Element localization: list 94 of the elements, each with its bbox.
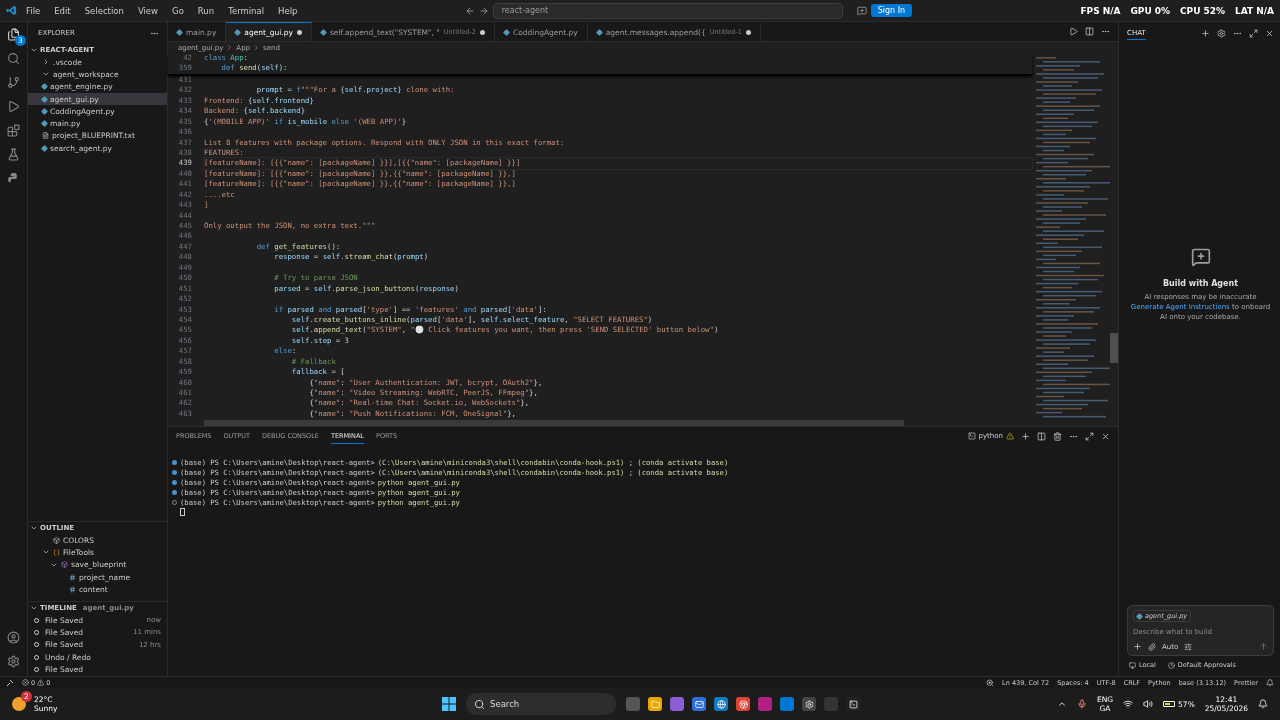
- chevron-right-icon: [253, 44, 261, 51]
- overlay-label: GPU: [1130, 5, 1152, 16]
- variable-icon: [69, 573, 76, 581]
- flask-icon[interactable]: [7, 148, 20, 161]
- split-icon[interactable]: [1037, 431, 1046, 441]
- settings-icon[interactable]: [802, 697, 816, 711]
- new-chat-icon[interactable]: [1201, 28, 1210, 38]
- explorer-icon[interactable]: [7, 28, 20, 41]
- split-editor-icon[interactable]: [1085, 27, 1094, 36]
- menu-item[interactable]: Selection: [79, 3, 129, 18]
- more-icon[interactable]: [1101, 27, 1110, 36]
- bell-icon[interactable]: [1266, 678, 1274, 687]
- terminal-cursor: [180, 508, 185, 516]
- settings-icon[interactable]: [7, 655, 20, 668]
- maximize-icon[interactable]: [1085, 431, 1094, 441]
- wifi-icon[interactable]: [1123, 699, 1134, 709]
- scrollbar-thumb[interactable]: [1110, 332, 1118, 363]
- monitor-icon: [1129, 661, 1136, 669]
- run-icon[interactable]: [1069, 27, 1078, 36]
- chevron-down-icon: [30, 604, 38, 612]
- new-terminal-icon[interactable]: [1021, 431, 1030, 441]
- remote-icon[interactable]: [6, 678, 14, 687]
- vscode-logo-icon: [6, 5, 17, 16]
- menu-item[interactable]: File: [21, 3, 46, 18]
- overlay-value: N/A: [1256, 5, 1274, 16]
- forward-icon[interactable]: [478, 5, 489, 16]
- search-icon[interactable]: [7, 52, 20, 65]
- source-control-icon[interactable]: [7, 76, 20, 89]
- sign-in-button[interactable]: Sign In: [870, 4, 913, 17]
- mail-icon[interactable]: [692, 697, 706, 711]
- warning-icon: [37, 679, 45, 686]
- menu-item[interactable]: Run: [192, 3, 220, 18]
- chevron-down-icon: [30, 524, 38, 532]
- chat-heading: Build with Agent: [1162, 279, 1239, 288]
- overlay-value: N/A: [1102, 5, 1121, 16]
- run-debug-icon[interactable]: [7, 100, 20, 113]
- chevron-down-icon: [30, 46, 38, 54]
- terminal-icon: [967, 432, 976, 440]
- account-icon[interactable]: [7, 631, 20, 644]
- globe-icon[interactable]: [714, 697, 728, 711]
- windows-start-icon[interactable]: [442, 697, 456, 711]
- search-icon: [474, 698, 485, 710]
- tools-icon[interactable]: [1184, 642, 1193, 651]
- zoom-icon[interactable]: [986, 678, 995, 687]
- volume-icon[interactable]: [1143, 699, 1154, 709]
- overlay-value: 0%: [1154, 5, 1170, 16]
- error-icon: [22, 679, 29, 686]
- folder-icon[interactable]: [648, 697, 662, 711]
- method-icon: [61, 561, 68, 569]
- extensions-icon[interactable]: [7, 124, 20, 137]
- python-file-icon: [595, 28, 603, 36]
- command-center[interactable]: react-agent: [492, 2, 843, 19]
- battery-icon[interactable]: [1163, 701, 1176, 707]
- menu-item[interactable]: View: [132, 3, 164, 18]
- menu-item[interactable]: Go: [167, 3, 189, 18]
- overlay-label: LAT: [1235, 5, 1254, 16]
- add-icon[interactable]: [1133, 642, 1142, 651]
- python-icon[interactable]: [7, 172, 20, 185]
- overlay-label: FPS: [1080, 5, 1100, 16]
- mic-icon[interactable]: [1076, 699, 1087, 709]
- constant-icon: [53, 536, 60, 544]
- back-icon[interactable]: [464, 5, 475, 16]
- class-icon: [53, 548, 60, 556]
- variable-icon: [69, 585, 76, 593]
- menu-item[interactable]: Edit: [49, 3, 76, 18]
- attach-icon[interactable]: [1148, 642, 1156, 651]
- python-file-icon: [40, 144, 49, 152]
- chat-sparkle-icon: [1190, 247, 1211, 267]
- close-icon[interactable]: [1265, 28, 1274, 38]
- send-icon[interactable]: [1259, 642, 1268, 651]
- weather-icon[interactable]: [12, 697, 26, 711]
- python-file-icon: [319, 28, 327, 36]
- menu-item[interactable]: Terminal: [223, 3, 270, 18]
- taskbar-search[interactable]: Search: [466, 693, 616, 715]
- chevron-right-icon: [226, 44, 234, 51]
- text-file-icon: [42, 132, 49, 140]
- horizontal-scrollbar[interactable]: [204, 420, 904, 426]
- maximize-icon[interactable]: [1249, 28, 1258, 38]
- tray-expand-icon[interactable]: [1056, 699, 1067, 709]
- clock-icon: [1167, 661, 1175, 669]
- overlay-label: CPU: [1180, 5, 1201, 16]
- notification-icon[interactable]: [1258, 699, 1268, 709]
- chat-icon[interactable]: [856, 5, 867, 16]
- terminal-icon[interactable]: [846, 697, 860, 711]
- python-file-icon: [234, 28, 242, 36]
- python-file-icon: [502, 28, 510, 36]
- python-file-icon: [175, 28, 184, 36]
- chrome-icon[interactable]: [736, 697, 750, 711]
- warning-icon: [1006, 432, 1014, 440]
- close-icon[interactable]: [1101, 431, 1110, 441]
- trash-icon[interactable]: [1053, 431, 1062, 441]
- settings-icon[interactable]: [1217, 28, 1226, 38]
- overlay-value: 52%: [1203, 5, 1226, 16]
- menu-item[interactable]: Help: [273, 3, 303, 18]
